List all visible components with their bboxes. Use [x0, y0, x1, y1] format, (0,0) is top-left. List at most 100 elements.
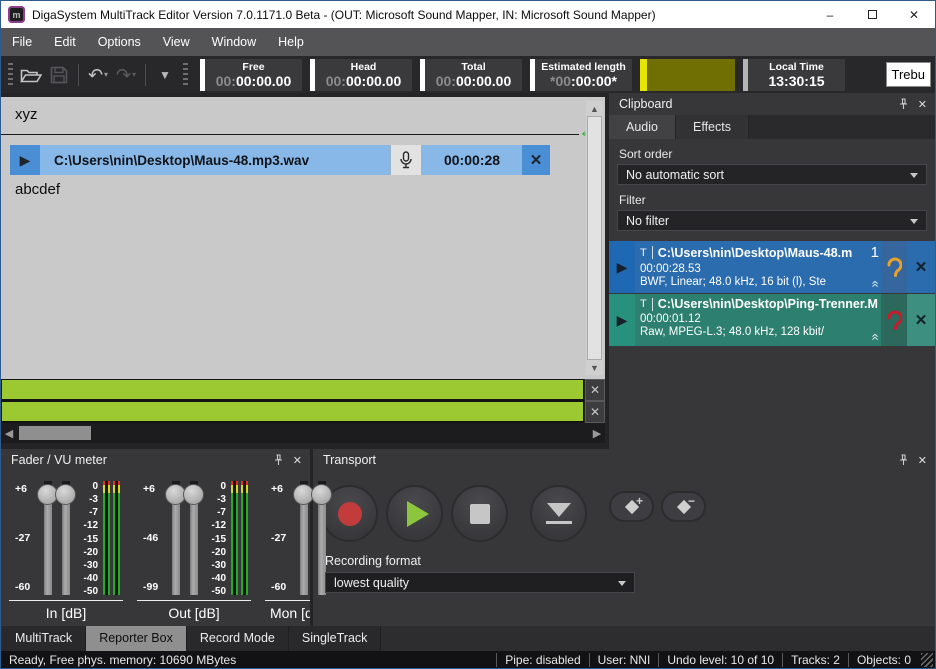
tab-reporter-box[interactable]: Reporter Box: [86, 626, 187, 651]
filter-select[interactable]: No filter: [617, 210, 927, 231]
goto-end-button[interactable]: [530, 485, 587, 542]
clipboard-panel: Clipboard ✕ Audio Effects Sort order No …: [609, 93, 935, 449]
fader-slider[interactable]: [295, 481, 313, 595]
open-file-button[interactable]: [17, 62, 45, 88]
sort-order-select[interactable]: No automatic sort: [617, 164, 927, 185]
fader-slider[interactable]: [57, 481, 75, 595]
tab-audio[interactable]: Audio: [609, 115, 676, 139]
track-lane-bar[interactable]: [1, 401, 584, 423]
item-duration: 00:00:28.53: [640, 262, 879, 276]
item-prelisten-button[interactable]: [881, 294, 907, 346]
fader-max-label: +6: [271, 483, 283, 495]
menu-file[interactable]: File: [1, 28, 43, 56]
scroll-up-icon[interactable]: ▲: [586, 101, 603, 116]
undo-dropdown-icon[interactable]: ▾: [104, 70, 108, 79]
redo-button[interactable]: ↷▾: [112, 62, 140, 88]
pin-icon[interactable]: [274, 454, 283, 466]
add-marker-button[interactable]: +: [609, 491, 654, 522]
tab-multitrack[interactable]: MultiTrack: [2, 626, 86, 651]
vu-meter-strips: [231, 481, 251, 595]
stop-button[interactable]: [451, 485, 508, 542]
counter-label: Free: [242, 61, 264, 73]
audio-track-object[interactable]: ▶ C:\Users\nin\Desktop\Maus-48.mp3.wav 0…: [10, 145, 550, 175]
item-play-button[interactable]: ▶: [609, 294, 635, 346]
item-duration: 00:00:01.12: [640, 312, 879, 326]
expand-chevrons-icon[interactable]: «: [870, 333, 880, 340]
menu-view[interactable]: View: [152, 28, 201, 56]
fader-group-in: +6 -27 -60 0-3-7: [9, 481, 123, 621]
fader-min-label: -60: [271, 581, 286, 593]
font-select-button[interactable]: Trebu: [886, 62, 931, 87]
save-button[interactable]: [45, 62, 73, 88]
fader-knob[interactable]: [183, 484, 204, 505]
redo-icon: ↷: [116, 66, 131, 84]
titlebar: m DigaSystem MultiTrack Editor Version 7…: [1, 1, 935, 28]
track-lane-row: ✕: [1, 401, 605, 423]
status-pipe: Pipe: disabled: [496, 653, 588, 667]
recording-format-value: lowest quality: [334, 576, 409, 590]
toolbar-separator: [145, 64, 146, 86]
lane-close-button[interactable]: ✕: [585, 379, 605, 401]
fader-slider[interactable]: [167, 481, 185, 595]
item-info[interactable]: T C:\Users\nin\Desktop\Maus-48.m 1 00:00…: [635, 241, 881, 293]
item-prelisten-button[interactable]: [881, 241, 907, 293]
recording-format-select[interactable]: lowest quality: [325, 572, 635, 593]
toolbar-dropdown-button[interactable]: ▼: [151, 62, 179, 88]
item-play-button[interactable]: ▶: [609, 241, 635, 293]
tab-effects[interactable]: Effects: [676, 115, 749, 139]
menu-options[interactable]: Options: [87, 28, 152, 56]
toolbar-grip[interactable]: [183, 63, 188, 87]
counter-head: Head 00:00:00.00: [310, 59, 412, 91]
pin-icon[interactable]: [899, 98, 908, 110]
scroll-left-icon[interactable]: ◀: [1, 427, 17, 440]
item-remove-button[interactable]: ✕: [907, 294, 935, 346]
clipboard-item[interactable]: ▶ T C:\Users\nin\Desktop\Ping-Trenner.M …: [609, 294, 935, 346]
undo-button[interactable]: ↶▾: [84, 62, 112, 88]
lane-close-button[interactable]: ✕: [585, 401, 605, 423]
scrollbar-thumb[interactable]: [587, 116, 602, 360]
clipboard-item[interactable]: ▶ T C:\Users\nin\Desktop\Maus-48.m 1 00:…: [609, 241, 935, 293]
panel-close-icon[interactable]: ✕: [293, 454, 302, 467]
editor-canvas[interactable]: xyz ← ▶ C:\Users\nin\Desktop\Maus-48.mp3…: [1, 97, 605, 379]
item-remove-button[interactable]: ✕: [907, 241, 935, 293]
fader-knob[interactable]: [55, 484, 76, 505]
menu-window[interactable]: Window: [201, 28, 267, 56]
counter-label: Estimated length: [541, 61, 626, 73]
scroll-down-icon[interactable]: ▼: [586, 360, 603, 375]
track-close-button[interactable]: ✕: [522, 145, 550, 175]
pin-icon[interactable]: [899, 454, 908, 466]
track-play-button[interactable]: ▶: [10, 145, 40, 175]
toolbar: ↶▾ ↷▾ ▼ Free 00:00:00.00 Head 00:00:00.0…: [1, 56, 935, 93]
minimize-button[interactable]: –: [809, 1, 851, 28]
item-info[interactable]: T C:\Users\nin\Desktop\Ping-Trenner.M 00…: [635, 294, 881, 346]
filter-label: Filter: [619, 193, 925, 207]
chevron-down-icon: [910, 173, 918, 182]
menu-help[interactable]: Help: [267, 28, 315, 56]
sort-order-value: No automatic sort: [626, 168, 724, 182]
item-marker: T: [640, 298, 647, 310]
scrollbar-thumb[interactable]: [19, 426, 91, 440]
scroll-right-icon[interactable]: ▶: [589, 427, 605, 440]
tab-record-mode[interactable]: Record Mode: [187, 626, 289, 651]
panel-close-icon[interactable]: ✕: [918, 98, 927, 111]
panel-close-icon[interactable]: ✕: [918, 454, 927, 467]
track-file-path: C:\Users\nin\Desktop\Maus-48.mp3.wav: [40, 145, 390, 175]
track-duration: 00:00:28: [422, 145, 522, 175]
close-button[interactable]: ✕: [893, 1, 935, 28]
expand-chevrons-icon[interactable]: «: [870, 280, 880, 287]
editor-horizontal-scrollbar[interactable]: ◀ ▶: [1, 423, 605, 443]
menu-edit[interactable]: Edit: [43, 28, 87, 56]
maximize-button[interactable]: [851, 1, 893, 28]
fader-slider[interactable]: [39, 481, 57, 595]
fader-knob[interactable]: [311, 484, 332, 505]
fader-group-out: +6 -46 -99 0-3-7: [137, 481, 251, 621]
toolbar-grip[interactable]: [8, 63, 13, 87]
resize-grip[interactable]: [921, 653, 933, 667]
editor-vertical-scrollbar[interactable]: ▲ ▼: [586, 101, 603, 375]
tab-singletrack[interactable]: SingleTrack: [289, 626, 382, 651]
fader-slider[interactable]: [185, 481, 203, 595]
track-lane-bar[interactable]: [1, 379, 584, 401]
track-record-button[interactable]: [390, 145, 422, 175]
play-button[interactable]: [386, 485, 443, 542]
remove-marker-button[interactable]: −: [661, 491, 706, 522]
